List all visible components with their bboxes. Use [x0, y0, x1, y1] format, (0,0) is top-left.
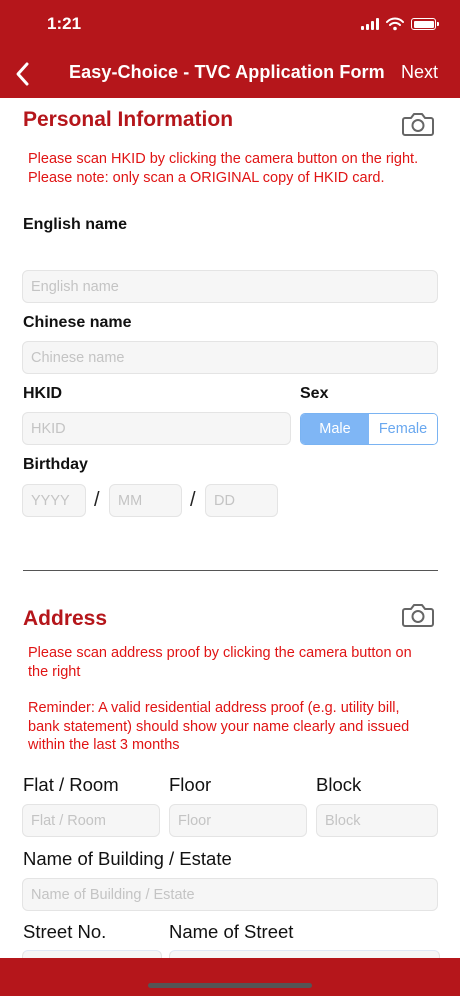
bottom-bar: [0, 958, 460, 996]
english-name-label: English name: [23, 216, 128, 233]
address-title: Address: [23, 607, 108, 630]
chinese-name-label: Chinese name: [23, 314, 132, 331]
flat-room-label: Flat / Room: [23, 774, 119, 795]
sex-option-male[interactable]: Male: [301, 414, 369, 444]
camera-icon[interactable]: [402, 601, 434, 629]
battery-icon: [411, 18, 439, 30]
english-name-input[interactable]: [22, 270, 438, 303]
section-divider: [23, 570, 438, 571]
hkid-input[interactable]: [22, 412, 291, 445]
address-scan-note: Please scan address proof by clicking th…: [28, 645, 412, 680]
address-reminder: Reminder: A valid residential address pr…: [28, 700, 410, 753]
street-no-label: Street No.: [23, 921, 107, 942]
status-time: 1:21: [47, 14, 82, 33]
page-title: Easy-Choice - TVC Application Form: [69, 62, 385, 82]
birthday-month-input[interactable]: [109, 484, 182, 517]
wifi-icon: [386, 17, 404, 31]
hkid-label: HKID: [23, 385, 63, 402]
floor-input[interactable]: [169, 804, 307, 837]
chinese-name-input[interactable]: [22, 341, 438, 374]
floor-label: Floor: [169, 774, 212, 795]
sex-segmented-control: Male Female: [300, 413, 438, 445]
birthday-label: Birthday: [23, 456, 88, 473]
sex-option-female[interactable]: Female: [369, 414, 437, 444]
birthday-day-input[interactable]: [205, 484, 278, 517]
signal-icon: [361, 18, 379, 30]
block-input[interactable]: [316, 804, 438, 837]
building-input[interactable]: [22, 878, 438, 911]
status-icons: [361, 16, 439, 32]
top-bar: 1:21 Easy-Choice - TVC Application Form …: [0, 0, 460, 98]
sex-label: Sex: [300, 385, 329, 402]
chevron-left-icon[interactable]: [12, 60, 36, 88]
home-indicator[interactable]: [148, 983, 312, 988]
date-separator: /: [190, 489, 196, 511]
birthday-year-input[interactable]: [22, 484, 86, 517]
next-button[interactable]: Next: [401, 62, 438, 83]
flat-room-input[interactable]: [22, 804, 160, 837]
date-separator: /: [94, 489, 100, 511]
camera-icon[interactable]: [402, 110, 434, 138]
personal-info-title: Personal Information: [23, 108, 234, 131]
block-label: Block: [316, 774, 362, 795]
building-label: Name of Building / Estate: [23, 848, 232, 869]
street-name-label: Name of Street: [169, 921, 294, 942]
hkid-scan-note: Please scan HKID by clicking the camera …: [28, 151, 419, 186]
